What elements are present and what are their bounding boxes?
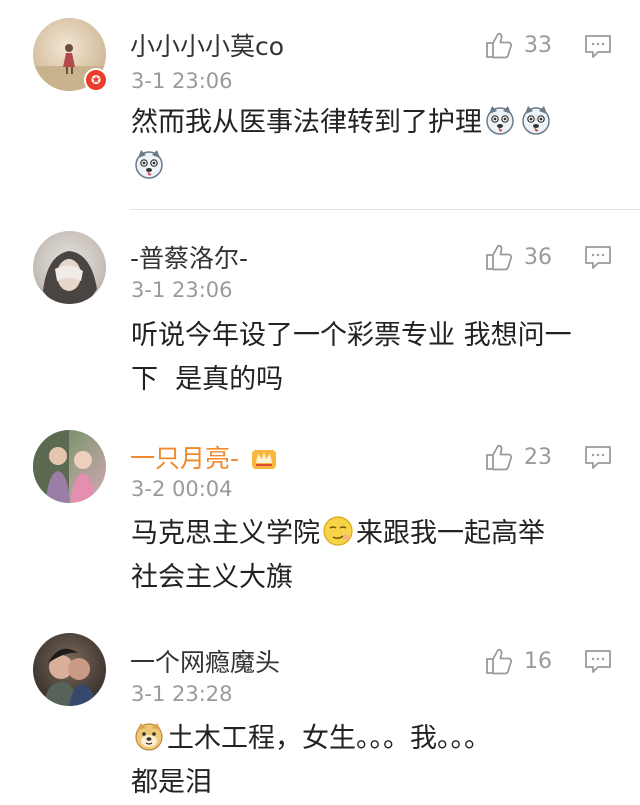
reply-icon[interactable] bbox=[584, 34, 612, 60]
timestamp: 3-2 00:04 bbox=[131, 477, 233, 501]
username[interactable]: -普蔡洛尔- bbox=[130, 239, 248, 275]
comment-text-line: 然而我从医事法律转到了护理 bbox=[131, 107, 482, 138]
comment-text-line: 社会主义大旗 bbox=[131, 562, 293, 593]
avatar[interactable] bbox=[33, 430, 106, 503]
like-button[interactable]: 33 bbox=[484, 30, 552, 60]
like-count: 16 bbox=[524, 648, 552, 674]
husky-emoji bbox=[133, 148, 165, 180]
comment-text-line: 都是泪 bbox=[131, 767, 212, 798]
thumbs-up-icon bbox=[484, 646, 514, 676]
comment-item: 一个网瘾魔头 3-1 23:28 16 土木工程，女生。。。我。。。 都是泪 bbox=[0, 621, 640, 798]
avatar[interactable] bbox=[33, 633, 106, 706]
like-button[interactable]: 16 bbox=[484, 646, 552, 676]
username[interactable]: 小小小小莫co bbox=[130, 27, 284, 63]
husky-emoji bbox=[484, 104, 516, 136]
comment-item: ✪ 小小小小莫co 3-1 23:06 33 然而我从医事法律转到了护理 bbox=[0, 0, 640, 209]
reply-icon[interactable] bbox=[584, 245, 612, 271]
comment-text-line: 土木工程，女生。。。我。。。 bbox=[167, 723, 491, 754]
reply-icon[interactable] bbox=[584, 649, 612, 675]
crown-icon bbox=[251, 450, 276, 469]
timestamp: 3-1 23:06 bbox=[131, 69, 233, 93]
husky-emoji bbox=[520, 104, 552, 136]
comment-text: 土木工程，女生。。。我。。。 都是泪 bbox=[131, 717, 611, 805]
thumbs-up-icon bbox=[484, 30, 514, 60]
comment-item: 一只月亮- 3-2 00:04 23 马克思主义学院 来跟我一起高举 社会主义大旗 bbox=[0, 420, 640, 620]
timestamp: 3-1 23:28 bbox=[131, 682, 233, 706]
avatar[interactable] bbox=[33, 231, 106, 304]
comment-text-line: 下 是真的吗 bbox=[131, 364, 284, 395]
reply-icon[interactable] bbox=[584, 445, 612, 471]
smirk-emoji bbox=[322, 515, 354, 547]
like-count: 33 bbox=[524, 32, 552, 58]
username[interactable]: 一只月亮- bbox=[130, 439, 277, 475]
comment-text-line: 马克思主义学院 bbox=[131, 518, 320, 549]
like-button[interactable]: 36 bbox=[484, 242, 552, 272]
comment-item: -普蔡洛尔- 3-1 23:06 36 听说今年设了一个彩票专业 我想问一 下 … bbox=[0, 210, 640, 419]
doge-emoji bbox=[133, 720, 165, 752]
verified-badge-icon: ✪ bbox=[84, 68, 108, 92]
username-text: 一只月亮- bbox=[130, 444, 240, 473]
like-button[interactable]: 23 bbox=[484, 442, 552, 472]
comment-text: 马克思主义学院 来跟我一起高举 社会主义大旗 bbox=[131, 512, 611, 600]
timestamp: 3-1 23:06 bbox=[131, 278, 233, 302]
comment-text-line: 听说今年设了一个彩票专业 我想问一 bbox=[131, 320, 572, 351]
comment-text: 听说今年设了一个彩票专业 我想问一 下 是真的吗 bbox=[131, 314, 611, 402]
username[interactable]: 一个网瘾魔头 bbox=[130, 643, 280, 679]
like-count: 23 bbox=[524, 444, 552, 470]
comment-text: 然而我从医事法律转到了护理 bbox=[131, 101, 611, 189]
comment-text-line: 来跟我一起高举 bbox=[356, 518, 545, 549]
thumbs-up-icon bbox=[484, 442, 514, 472]
thumbs-up-icon bbox=[484, 242, 514, 272]
like-count: 36 bbox=[524, 244, 552, 270]
